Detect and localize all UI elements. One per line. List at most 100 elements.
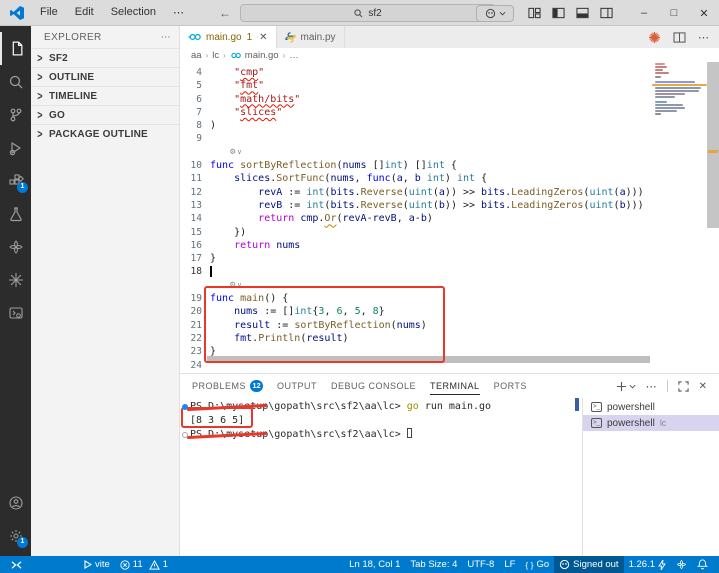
activity-explorer[interactable]: [0, 32, 31, 65]
task-vite[interactable]: vite: [79, 556, 115, 573]
terminal-line: PS D:\mysetup\gopath\src\sf2\aa\lc> go r…: [190, 401, 492, 412]
go-file-icon: [231, 52, 241, 58]
activity-search[interactable]: [0, 65, 31, 98]
go-version[interactable]: 1.26.1: [624, 556, 671, 573]
toggle-panel-icon[interactable]: [576, 7, 589, 19]
extension-status[interactable]: [671, 556, 692, 573]
code-line-20: 20 nums := []int{3, 6, 5, 8}: [180, 305, 719, 318]
remote-icon: [11, 560, 22, 569]
code-line-8: 8): [180, 119, 719, 132]
activity-testing[interactable]: [0, 197, 31, 230]
tab-main-py[interactable]: main.py: [277, 26, 345, 48]
sidebar-section-outline[interactable]: > OUTLINE: [31, 67, 179, 86]
customize-layout-icon[interactable]: [528, 7, 541, 19]
panel-tab-problems[interactable]: PROBLEMS 12: [192, 374, 264, 398]
menu-overflow-icon[interactable]: ⋯: [166, 4, 191, 21]
menu-file[interactable]: File: [33, 4, 65, 21]
terminal-list-item[interactable]: >_ powershell lc: [583, 415, 719, 431]
line-number: 21: [190, 319, 202, 331]
panel-tab-output[interactable]: OUTPUT: [277, 374, 317, 398]
tab-problem-count: 1: [246, 31, 253, 43]
line-number: 23: [190, 346, 202, 358]
encoding[interactable]: UTF-8: [462, 556, 499, 573]
toggle-secondary-sidebar-icon[interactable]: [600, 7, 613, 19]
panel-close-icon[interactable]: ✕: [699, 381, 707, 392]
breadcrumb-item[interactable]: main.go: [245, 50, 279, 61]
breadcrumb-item[interactable]: …: [289, 50, 299, 61]
breadcrumb-item[interactable]: lc: [212, 50, 219, 61]
run-code-icon[interactable]: [648, 31, 661, 44]
problems-summary[interactable]: 11 1: [115, 556, 173, 573]
minimap[interactable]: [652, 62, 707, 182]
editor-vertical-scrollbar[interactable]: [707, 62, 719, 373]
breadcrumb-separator: ›: [205, 50, 209, 60]
line-number: 5: [196, 80, 202, 92]
sidebar-section-package-outline[interactable]: > PACKAGE OUTLINE: [31, 124, 179, 143]
split-editor-icon[interactable]: [673, 31, 686, 43]
indentation[interactable]: Tab Size: 4: [405, 556, 462, 573]
panel-more-icon[interactable]: ⋯: [646, 380, 657, 393]
terminal-scroll-mark: [575, 398, 579, 411]
sidebar-section-timeline[interactable]: > TIMELINE: [31, 86, 179, 105]
terminal-viewport[interactable]: PS D:\mysetup\gopath\src\sf2\aa\lc> go r…: [180, 398, 582, 556]
editor-tab-bar: main.go 1 ✕ main.py ⋯: [180, 26, 719, 48]
menu-edit[interactable]: Edit: [68, 4, 101, 21]
flask-icon: [9, 206, 22, 221]
tab-close-icon[interactable]: ✕: [259, 32, 267, 43]
command-center-search[interactable]: sf2: [240, 4, 496, 22]
tools-box-icon: [8, 306, 23, 319]
code-line-14: 14 return cmp.Or(revA-revB, a-b): [180, 212, 719, 225]
activity-extensions[interactable]: 1: [0, 164, 31, 197]
line-number: 13: [190, 199, 202, 211]
copilot-status[interactable]: Signed out: [554, 556, 624, 573]
panel-maximize-icon[interactable]: [677, 380, 689, 392]
toggle-primary-sidebar-icon[interactable]: [552, 7, 565, 19]
gear-codelens-icon[interactable]: ⚙∨: [210, 279, 242, 292]
account-button[interactable]: [0, 486, 31, 519]
text-cursor: [210, 266, 212, 278]
sidebar-more-icon[interactable]: ⋯: [161, 32, 171, 43]
close-icon[interactable]: ✕: [689, 0, 719, 26]
command-decoration-icon[interactable]: [182, 404, 188, 410]
command-decoration-icon[interactable]: [182, 432, 188, 438]
sidebar-section-sf2[interactable]: > SF2: [31, 48, 179, 67]
line-number: 20: [190, 306, 202, 318]
status-bar: vite 11 1 Ln 18, Col 1 Tab Size: 4 UTF-8…: [0, 556, 719, 573]
line-number: 16: [190, 239, 202, 251]
panel-tab-bar: PROBLEMS 12 OUTPUT DEBUG CONSOLE TERMINAL POR…: [180, 374, 719, 398]
sidebar-section-go[interactable]: > GO: [31, 105, 179, 124]
editor-more-icon[interactable]: ⋯: [698, 31, 709, 44]
menu-selection[interactable]: Selection: [104, 4, 163, 21]
language-mode[interactable]: { } Go: [520, 556, 554, 573]
activity-pinwheel-extension[interactable]: [0, 230, 31, 263]
panel-tab-terminal[interactable]: TERMINAL: [430, 374, 480, 398]
activity-starburst-extension[interactable]: [0, 263, 31, 296]
minimize-icon[interactable]: –: [629, 0, 659, 26]
settings-button[interactable]: 1: [0, 519, 31, 552]
code-line-5: 5 "fmt": [180, 79, 719, 92]
panel-tab-ports[interactable]: PORTS: [494, 374, 527, 398]
code-line-16: 16 return nums: [180, 239, 719, 252]
eol-sequence[interactable]: LF: [499, 556, 520, 573]
activity-remote-tools[interactable]: [0, 296, 31, 329]
copilot-button[interactable]: [476, 4, 514, 22]
editor-horizontal-scrollbar[interactable]: [207, 356, 650, 363]
remote-indicator[interactable]: [6, 556, 27, 573]
search-icon: [9, 75, 22, 88]
terminal-list-item[interactable]: >_ powershell: [583, 399, 719, 415]
activity-run-debug[interactable]: [0, 131, 31, 164]
chevron-right-icon: >: [37, 127, 43, 141]
new-terminal-button[interactable]: [616, 381, 636, 392]
breadcrumb[interactable]: aa › lc › main.go ›…: [180, 48, 719, 62]
maximize-icon[interactable]: □: [659, 0, 689, 26]
code-editor[interactable]: 4 "cmp" 5 "fmt" 6 "math/bits" 7 "slices" 8) 9…: [180, 62, 719, 373]
breadcrumb-item[interactable]: aa: [191, 50, 202, 61]
cursor-position[interactable]: Ln 18, Col 1: [344, 556, 405, 573]
gear-codelens-icon[interactable]: ⚙∨: [210, 146, 242, 159]
back-arrow-icon[interactable]: ←: [219, 6, 231, 20]
activity-source-control[interactable]: [0, 98, 31, 131]
error-count: 11: [132, 559, 143, 570]
tab-main-go[interactable]: main.go 1 ✕: [180, 26, 277, 48]
notifications-bell[interactable]: [692, 556, 713, 573]
panel-tab-debug-console[interactable]: DEBUG CONSOLE: [331, 374, 416, 398]
